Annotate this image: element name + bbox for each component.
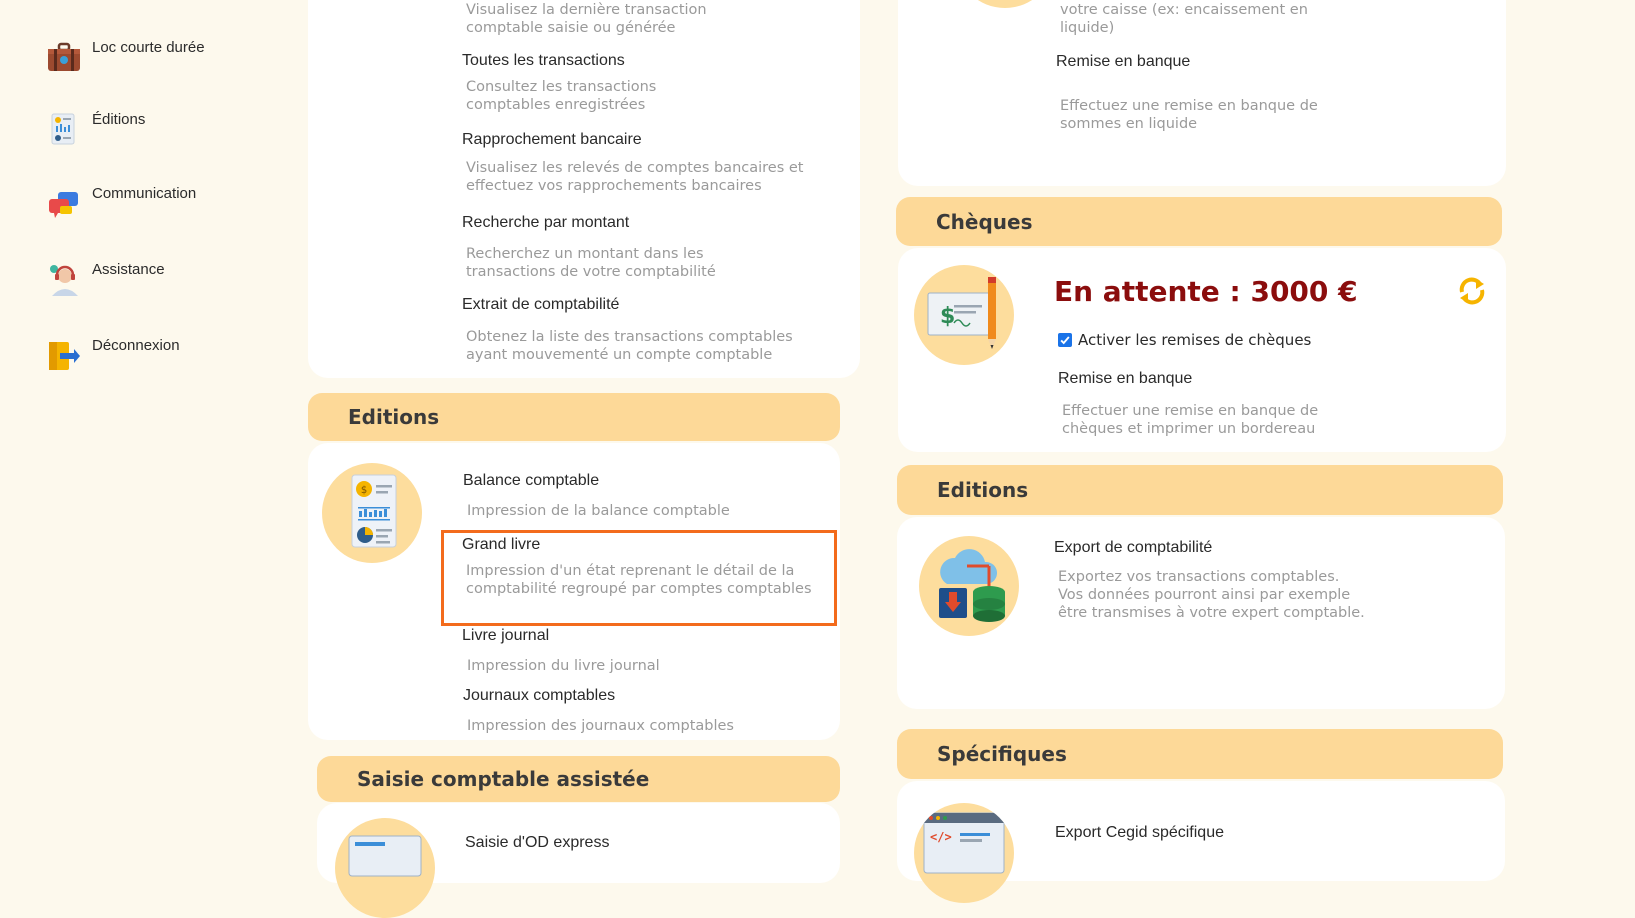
accounting-extract-description: Obtenez la liste des transactions compta… <box>466 329 793 363</box>
caisse-remise-banque-link[interactable]: Remise en banque <box>1056 53 1190 71</box>
grand-livre-link[interactable]: Grand livre <box>462 536 540 554</box>
cheques-remise-banque-description: Effectuer une remise en banque de chèque… <box>1062 403 1319 437</box>
all-transactions-link[interactable]: Toutes les transactions <box>462 52 625 70</box>
saisie-form-icon <box>335 818 435 918</box>
all-transactions-description: Consultez les transactions comptables en… <box>466 79 657 113</box>
sidebar-item-label: Loc courte durée <box>92 39 205 56</box>
report-icon <box>51 113 75 145</box>
chat-icon <box>49 192 78 218</box>
svg-text:$: $ <box>940 304 955 329</box>
bank-reconciliation-description: Visualisez les relevés de comptes bancai… <box>466 160 804 194</box>
sidebar-item-label: Communication <box>92 185 197 202</box>
sidebar-item-loc-courte-duree[interactable]: Loc courte durée <box>46 39 205 76</box>
support-agent-icon <box>50 265 78 296</box>
logout-icon <box>49 342 80 370</box>
caisse-description: votre caisse (ex: encaissement en liquid… <box>1060 2 1308 36</box>
cheques-header: Chèques <box>896 197 1502 246</box>
code-export-icon: </> <box>914 803 1014 903</box>
export-comptabilite-link[interactable]: Export de comptabilité <box>1054 539 1212 557</box>
livre-journal-description: Impression du livre journal <box>467 658 660 674</box>
accounting-extract-link[interactable]: Extrait de comptabilité <box>462 296 619 314</box>
sidebar-item-deconnexion[interactable]: Déconnexion <box>46 337 180 374</box>
export-accounting-icon <box>919 536 1019 636</box>
sidebar-item-label: Assistance <box>92 261 165 278</box>
caisse-remise-banque-description: Effectuez une remise en banque de sommes… <box>1060 98 1318 132</box>
saisie-header: Saisie comptable assistée <box>317 756 840 802</box>
checkbox-label: Activer les remises de chèques <box>1078 331 1312 349</box>
export-cegid-specifique-link[interactable]: Export Cegid spécifique <box>1055 824 1224 842</box>
briefcase-icon <box>48 42 80 71</box>
refresh-icon[interactable] <box>1456 275 1488 307</box>
balance-comptable-description: Impression de la balance comptable <box>467 503 730 519</box>
bank-reconciliation-link[interactable]: Rapprochement bancaire <box>462 131 642 149</box>
last-transaction-description: Visualisez la dernière transaction compt… <box>466 2 707 36</box>
svg-text:$: $ <box>361 485 367 496</box>
grand-livre-description: Impression d'un état reprenant le détail… <box>466 563 812 597</box>
specifiques-header: Spécifiques <box>897 729 1503 779</box>
sidebar-item-label: Éditions <box>92 111 146 128</box>
balance-comptable-link[interactable]: Balance comptable <box>463 472 599 490</box>
cheque-icon: $ <box>914 265 1014 365</box>
export-comptabilite-description: Exportez vos transactions comptables. Vo… <box>1058 569 1365 621</box>
activer-remises-cheques-checkbox[interactable]: Activer les remises de chèques <box>1058 331 1311 349</box>
amount-search-description: Recherchez un montant dans les transacti… <box>466 246 716 280</box>
cheques-remise-banque-link[interactable]: Remise en banque <box>1058 370 1192 388</box>
journaux-comptables-link[interactable]: Journaux comptables <box>463 687 615 705</box>
journaux-comptables-description: Impression des journaux comptables <box>467 718 734 734</box>
editions-report-icon: $ <box>322 463 422 563</box>
sidebar-item-editions[interactable]: Éditions <box>46 111 146 148</box>
sidebar-item-assistance[interactable]: Assistance <box>46 261 165 298</box>
amount-search-link[interactable]: Recherche par montant <box>462 214 629 232</box>
pending-cheques-amount: En attente : 3000 € <box>1054 275 1358 308</box>
editions-left-header: Editions <box>308 393 840 441</box>
livre-journal-link[interactable]: Livre journal <box>462 627 549 645</box>
sidebar-item-label: Déconnexion <box>92 337 180 354</box>
sidebar-item-communication[interactable]: Communication <box>46 185 197 222</box>
editions-right-header: Editions <box>897 465 1503 515</box>
saisie-od-express-link[interactable]: Saisie d'OD express <box>465 834 609 852</box>
svg-text:</>: </> <box>930 830 952 844</box>
checkbox-checked-icon[interactable] <box>1058 333 1072 347</box>
